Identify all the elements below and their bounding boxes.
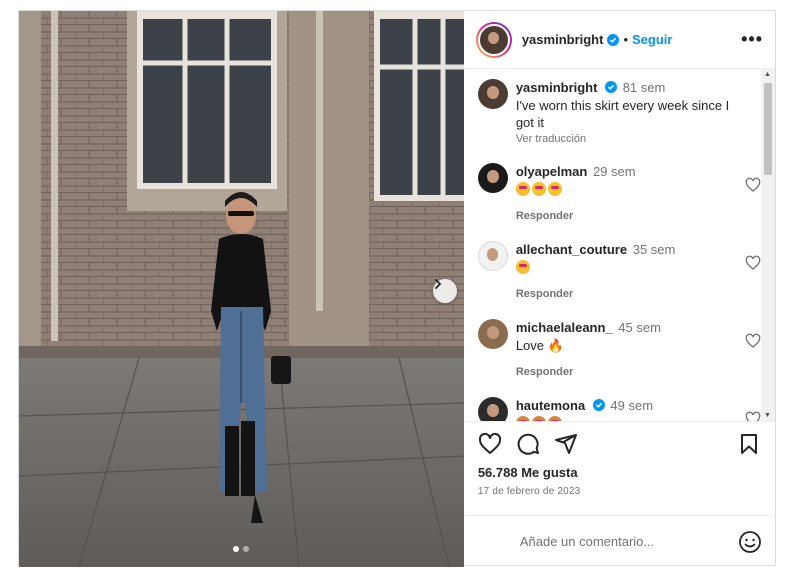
post-photo[interactable] <box>19 11 464 567</box>
reply-button[interactable]: Responder <box>516 210 748 222</box>
comment-avatar[interactable] <box>477 319 508 349</box>
post-modal: yasminbright • Seguir ••• yasminbright 8… <box>18 10 776 567</box>
scroll-thumb[interactable] <box>764 83 772 175</box>
post-actions <box>463 421 775 465</box>
carousel-dot-2 <box>243 546 249 552</box>
star-struck-emoji-icon <box>531 182 546 196</box>
more-options-button[interactable]: ••• <box>741 29 763 50</box>
comments-scrollbar[interactable]: ▲ ▼ <box>761 69 775 421</box>
emoji-icon <box>515 416 530 421</box>
heart-icon[interactable] <box>745 411 761 421</box>
chevron-right-icon <box>435 279 442 289</box>
next-slide-button[interactable] <box>433 279 457 303</box>
comment-username[interactable]: olyapelman <box>516 164 588 179</box>
emoji-icon <box>531 416 546 421</box>
comment-icon[interactable] <box>516 432 540 456</box>
header-separator: • <box>623 32 629 47</box>
comment-time[interactable]: 35 sem <box>633 242 676 257</box>
caption-text: I've worn this skirt every week since I … <box>515 98 730 130</box>
caption-avatar[interactable] <box>477 79 508 109</box>
heart-icon[interactable] <box>745 177 761 193</box>
reply-button[interactable]: Responder <box>516 366 748 378</box>
translate-link[interactable]: Ver traducción <box>516 133 748 145</box>
comment-time[interactable]: 29 sem <box>593 164 636 179</box>
comment-avatar[interactable] <box>477 163 508 193</box>
heart-icon[interactable] <box>745 333 761 349</box>
comment-username[interactable]: allechant_couture <box>516 242 627 257</box>
comment-emojis <box>515 415 748 421</box>
add-comment-bar <box>463 515 776 567</box>
comment-item: allechant_couture 35 sem Responder <box>477 241 763 300</box>
heart-icon[interactable] <box>478 432 502 456</box>
comment-text: Love 🔥 <box>515 338 564 353</box>
comment-time[interactable]: 45 sem <box>618 320 661 335</box>
comment-emojis <box>515 259 748 276</box>
post-date[interactable]: 17 de febrero de 2023 <box>464 480 775 497</box>
comment-item: hautemona 49 sem <box>477 397 763 421</box>
star-struck-emoji-icon <box>547 182 562 196</box>
post-header: yasminbright • Seguir ••• <box>463 11 775 69</box>
carousel-indicator <box>233 546 249 552</box>
star-struck-emoji-icon <box>515 260 530 274</box>
verified-badge-icon <box>607 33 620 46</box>
street-photo-image <box>19 11 464 567</box>
scroll-up-arrow-icon[interactable]: ▲ <box>764 71 771 78</box>
reply-button[interactable]: Responder <box>516 288 748 300</box>
comment-username[interactable]: michaelaleann_ <box>516 320 613 335</box>
comment-username[interactable]: hautemona <box>516 398 585 413</box>
author-avatar-ring[interactable] <box>475 21 512 58</box>
star-struck-emoji-icon <box>515 182 530 196</box>
verified-badge-icon <box>592 399 605 411</box>
author-avatar <box>477 23 510 56</box>
comment-item: olyapelman 29 sem Responder <box>477 163 763 222</box>
comments-list[interactable]: yasminbright 81 sem I've worn this skirt… <box>464 69 775 421</box>
likes-count[interactable]: 56.788 Me gusta <box>464 465 775 480</box>
caption-username[interactable]: yasminbright <box>516 80 598 95</box>
scroll-down-arrow-icon[interactable]: ▼ <box>764 412 771 419</box>
post-sidebar: yasminbright • Seguir ••• yasminbright 8… <box>463 11 776 567</box>
comment-avatar[interactable] <box>477 397 508 421</box>
caption-time[interactable]: 81 sem <box>623 80 666 95</box>
comment-avatar[interactable] <box>477 241 508 271</box>
comment-emojis <box>515 181 748 198</box>
post-caption: yasminbright 81 sem I've worn this skirt… <box>477 79 763 145</box>
add-comment-input[interactable] <box>519 534 720 549</box>
paper-plane-icon[interactable] <box>554 432 578 456</box>
comment-time[interactable]: 49 sem <box>610 398 653 413</box>
carousel-dot-1 <box>233 546 239 552</box>
comment-item: michaelaleann_ 45 sem Love 🔥 Responder <box>477 319 763 378</box>
follow-button[interactable]: Seguir <box>632 32 672 47</box>
emoji-icon <box>547 416 562 421</box>
author-username[interactable]: yasminbright <box>522 32 604 47</box>
smiley-icon[interactable] <box>738 530 762 554</box>
verified-badge-icon <box>605 81 618 93</box>
bookmark-icon[interactable] <box>737 432 761 456</box>
heart-icon[interactable] <box>745 255 761 271</box>
